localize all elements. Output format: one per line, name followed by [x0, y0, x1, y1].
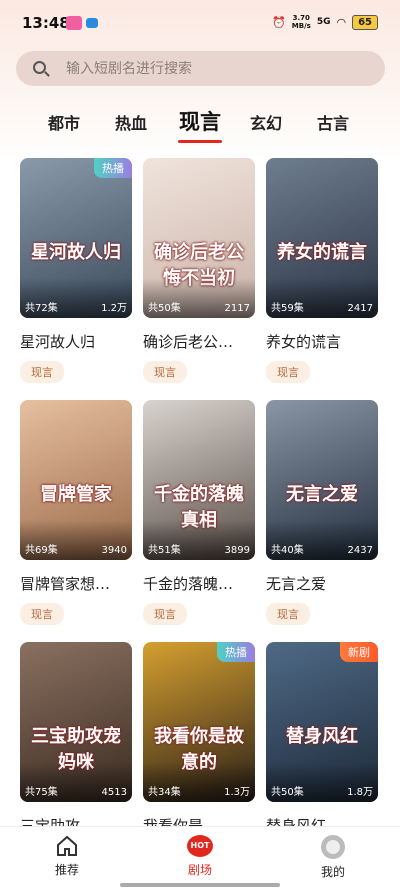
drama-title[interactable]: 星河故人归 — [20, 331, 132, 352]
hot-icon: HOT — [187, 835, 213, 857]
app-notification-icon — [86, 18, 98, 28]
drama-title[interactable]: 我看你是… — [143, 815, 255, 826]
drama-poster[interactable]: 冒牌管家共69集 3940 — [20, 400, 132, 560]
episode-count: 共51集 — [148, 545, 181, 556]
drama-poster[interactable]: 星河故人归 热播共72集 1.2万 — [20, 158, 132, 318]
view-count: 1.3万 — [224, 787, 250, 798]
tab-dushi[interactable]: 都市 — [48, 110, 80, 134]
episode-count: 共75集 — [25, 787, 58, 798]
drama-card[interactable]: 确诊后老公悔不当初共50集2117确诊后老公…现言 — [143, 158, 255, 383]
drama-title[interactable]: 养女的谎言 — [266, 331, 378, 352]
status-badge: 新剧 — [340, 642, 378, 662]
drama-poster[interactable]: 替身风红 新剧共50集 1.8万 — [266, 642, 378, 802]
drama-poster[interactable]: 千金的落魄真相共51集3899 — [143, 400, 255, 560]
genre-tabs: 都市 热血 现言 玄幻 古言 — [0, 100, 400, 144]
wifi-icon: ◠ — [336, 15, 347, 29]
app-notification-icon — [66, 16, 82, 30]
genre-tag: 现言 — [143, 603, 187, 625]
active-tab-indicator — [178, 140, 222, 143]
nav-theater[interactable]: HOT 剧场 — [170, 835, 230, 878]
drama-poster[interactable]: 无言之爱共40集 2437 — [266, 400, 378, 560]
nav-profile-label: 我的 — [320, 865, 345, 879]
view-count: 3899 — [224, 545, 250, 556]
view-count: 1.8万 — [347, 787, 373, 798]
search-input[interactable] — [56, 60, 356, 77]
drama-poster[interactable]: 养女的谎言共59集 2417 — [266, 158, 378, 318]
net-speed: 3.70 MB/s — [291, 14, 311, 30]
genre-tag: 现言 — [266, 361, 310, 383]
status-badge: 热播 — [94, 158, 132, 178]
drama-title[interactable]: 千金的落魄… — [143, 573, 255, 594]
poster-title-art: 冒牌管家 — [40, 484, 112, 505]
drama-card[interactable]: 三宝助攻宠妈咪共75集4513三宝助攻…现言 — [20, 642, 132, 826]
drama-title[interactable]: 替身风红 — [266, 815, 378, 826]
alarm-icon: ⏰ — [272, 15, 286, 29]
drama-card[interactable]: 千金的落魄真相共51集3899千金的落魄…现言 — [143, 400, 255, 625]
poster-title-art: 星河故人归 — [31, 242, 121, 263]
episode-count: 共50集 — [148, 303, 181, 314]
genre-tag: 现言 — [20, 603, 64, 625]
drama-title[interactable]: 三宝助攻… — [20, 815, 132, 826]
drama-poster[interactable]: 我看你是故意的热播共34集1.3万 — [143, 642, 255, 802]
drama-card[interactable]: 替身风红新剧共50集1.8万替身风红现言 — [266, 642, 378, 826]
genre-tag: 现言 — [20, 361, 64, 383]
view-count: 1.2万 — [101, 303, 127, 314]
status-badge: 热播 — [217, 642, 255, 662]
drama-card[interactable]: 我看你是故意的热播共34集1.3万我看你是…现言 — [143, 642, 255, 826]
bottom-nav: 推荐 HOT 剧场 我的 — [0, 826, 400, 889]
view-count: 2417 — [347, 303, 373, 314]
nav-recommend-label: 推荐 — [54, 863, 79, 877]
episode-count: 共34集 — [148, 787, 181, 798]
tab-guyan[interactable]: 古言 — [317, 110, 349, 134]
drama-card[interactable]: 冒牌管家共69集 3940 冒牌管家想… 现言 — [20, 400, 132, 625]
nav-profile[interactable]: 我的 — [303, 835, 363, 880]
poster-title-art: 无言之爱 — [286, 484, 358, 505]
drama-card[interactable]: 无言之爱 共40集 2437 无言之爱 现言 — [266, 400, 378, 625]
episode-count: 共50集 — [271, 787, 304, 798]
status-time: 13:48 — [22, 14, 70, 32]
episode-count: 共59集 — [271, 303, 304, 314]
search-bar[interactable] — [16, 51, 385, 86]
poster-title-art: 养女的谎言 — [277, 242, 367, 263]
genre-tag: 现言 — [143, 361, 187, 383]
home-icon — [56, 835, 78, 857]
battery-icon: 65 — [352, 14, 378, 30]
drama-title[interactable]: 冒牌管家想… — [20, 573, 132, 594]
nav-recommend[interactable]: 推荐 — [37, 835, 97, 878]
view-count: 2117 — [224, 303, 250, 314]
search-icon — [16, 51, 56, 86]
drama-grid: 星河故人归热播共72集1.2万星河故人归现言确诊后老公悔不当初共50集2117确… — [0, 158, 400, 826]
poster-title-art: 替身风红 — [286, 726, 358, 747]
home-indicator — [120, 883, 280, 887]
signal-icon: 5G — [316, 17, 331, 27]
drama-title[interactable]: 确诊后老公… — [143, 331, 255, 352]
profile-icon — [321, 835, 345, 859]
drama-poster[interactable]: 确诊后老公悔不当初共50集2117 — [143, 158, 255, 318]
view-count: 4513 — [101, 787, 127, 798]
view-count: 3940 — [101, 545, 127, 556]
tab-xuanhuan[interactable]: 玄幻 — [250, 110, 282, 134]
genre-tag: 现言 — [266, 603, 310, 625]
drama-card[interactable]: 星河故人归 热播 共72集 1.2万 星河故人归 现言 — [20, 158, 132, 383]
status-bar: 13:48 ⏰ 3.70 MB/s 5G ◠ 65 — [0, 0, 400, 46]
view-count: 2437 — [347, 545, 373, 556]
episode-count: 共40集 — [271, 545, 304, 556]
tab-rexue[interactable]: 热血 — [115, 110, 147, 134]
drama-title[interactable]: 无言之爱 — [266, 573, 378, 594]
episode-count: 共69集 — [25, 545, 58, 556]
episode-count: 共72集 — [25, 303, 58, 314]
nav-theater-label: 剧场 — [187, 863, 212, 877]
drama-poster[interactable]: 三宝助攻宠妈咪共75集4513 — [20, 642, 132, 802]
status-icons: ⏰ 3.70 MB/s 5G ◠ 65 — [272, 14, 378, 30]
tab-xianyan[interactable]: 现言 — [179, 106, 221, 136]
drama-card[interactable]: 养女的谎言 共59集 2417 养女的谎言 现言 — [266, 158, 378, 383]
